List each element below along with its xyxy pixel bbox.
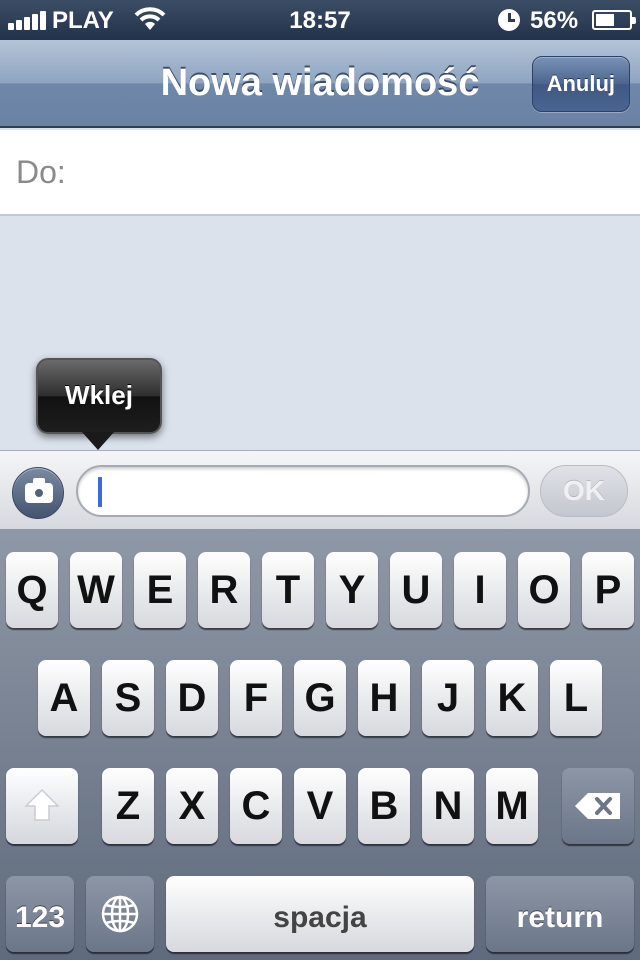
camera-button[interactable] [12,467,64,519]
key-a[interactable]: A [38,660,90,736]
key-i[interactable]: I [454,552,506,628]
paste-popup-arrow [82,432,114,450]
paste-popup[interactable]: Wklej [36,358,162,434]
return-key-label: return [516,901,604,934]
globe-key[interactable] [86,876,154,952]
key-h[interactable]: H [358,660,410,736]
recipient-field[interactable]: Do: [0,130,640,216]
key-l[interactable]: L [550,660,602,736]
return-key[interactable]: return [486,876,634,952]
globe-icon [101,895,139,933]
key-w[interactable]: W [70,552,122,628]
message-input[interactable] [76,465,530,517]
battery-icon [592,10,636,30]
key-k[interactable]: K [486,660,538,736]
key-r[interactable]: R [198,552,250,628]
key-u[interactable]: U [390,552,442,628]
send-button[interactable]: OK [540,465,628,517]
shift-arrow-icon [24,788,60,821]
key-s[interactable]: S [102,660,154,736]
recipient-label: Do: [16,154,66,190]
space-key[interactable]: spacja [166,876,474,952]
backspace-key[interactable] [562,768,634,844]
key-f[interactable]: F [230,660,282,736]
key-n[interactable]: N [422,768,474,844]
keyboard: Q W E R T Y U I O P A S D F G H J K L Z … [0,530,640,960]
key-j[interactable]: J [422,660,474,736]
navigation-bar: Nowa wiadomość Anuluj [0,40,640,128]
key-d[interactable]: D [166,660,218,736]
key-g[interactable]: G [294,660,346,736]
space-key-label: spacja [273,901,367,934]
key-m[interactable]: M [486,768,538,844]
key-b[interactable]: B [358,768,410,844]
numbers-key-label: 123 [14,901,66,934]
paste-button-label: Wklej [65,380,133,410]
alarm-clock-icon [498,9,520,31]
camera-icon [25,478,53,503]
text-cursor [98,477,102,507]
numbers-key[interactable]: 123 [6,876,74,952]
key-t[interactable]: T [262,552,314,628]
key-p[interactable]: P [582,552,634,628]
key-q[interactable]: Q [6,552,58,628]
shift-key[interactable] [6,768,78,844]
battery-percent: 56% [530,7,579,34]
compose-bar: OK [0,450,640,530]
key-x[interactable]: X [166,768,218,844]
key-z[interactable]: Z [102,768,154,844]
key-c[interactable]: C [230,768,282,844]
key-y[interactable]: Y [326,552,378,628]
backspace-icon [575,793,620,819]
battery-fill [596,14,614,26]
cancel-button[interactable]: Anuluj [531,56,630,112]
key-v[interactable]: V [294,768,346,844]
status-bar: PLAY 18:57 56% [0,0,640,40]
key-o[interactable]: O [518,552,570,628]
key-e[interactable]: E [134,552,186,628]
